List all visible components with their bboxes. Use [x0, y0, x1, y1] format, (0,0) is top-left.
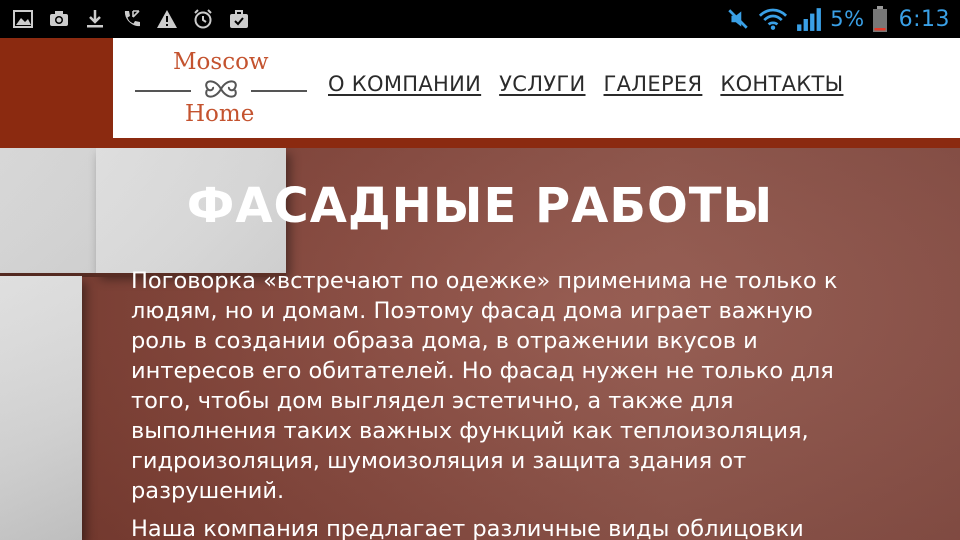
status-bar-system: 5% 6:13: [726, 4, 950, 34]
nav-item-contacts[interactable]: КОНТАКТЫ: [720, 72, 843, 96]
signal-icon: [797, 8, 822, 31]
mute-icon: [728, 9, 748, 29]
clock: 6:13: [898, 6, 950, 32]
nav-item-about[interactable]: О КОМПАНИИ: [328, 72, 481, 96]
download-icon: [87, 10, 103, 28]
gallery-icon: [13, 10, 33, 28]
main-nav: О КОМПАНИИ УСЛУГИ ГАЛЕРЕЯ КОНТАКТЫ: [328, 72, 843, 96]
logo-rule-left: [135, 90, 191, 92]
page-title: ФАСАДНЫЕ РАБОТЫ: [186, 178, 774, 234]
wifi-icon: [759, 8, 788, 30]
site-header: Moscow Home О КОМПАНИИ УСЛУГИ ГАЛЕРЕЯ КО…: [0, 38, 960, 148]
logo-text-bottom: Home: [185, 101, 255, 127]
alarm-icon: [194, 9, 212, 29]
briefcase-icon: [230, 10, 248, 28]
logo-text-top: Moscow: [173, 49, 269, 75]
call-icon: [124, 10, 140, 27]
site-logo[interactable]: Moscow Home: [135, 44, 307, 132]
battery-icon: [872, 6, 887, 32]
ornament-icon: [205, 80, 237, 98]
hero-paragraph: Поговорка «встречают по одежке» применим…: [131, 268, 838, 504]
header-bar: Moscow Home О КОМПАНИИ УСЛУГИ ГАЛЕРЕЯ КО…: [113, 38, 960, 138]
warning-icon: [157, 10, 177, 28]
status-bar: 5% 6:13: [0, 0, 960, 38]
logo-rule-right: [251, 90, 307, 92]
battery-percent: 5%: [830, 7, 865, 31]
camera-icon: [50, 11, 68, 26]
nav-item-services[interactable]: УСЛУГИ: [499, 72, 585, 96]
status-bar-notifications: [12, 6, 250, 32]
hero-section: ФАСАДНЫЕ РАБОТЫ Поговорка «встречают по …: [0, 148, 960, 540]
hero-paragraph: Наша компания предлагает различные виды …: [131, 516, 804, 540]
stone-tile: [0, 276, 82, 540]
nav-item-gallery[interactable]: ГАЛЕРЕЯ: [604, 72, 703, 96]
